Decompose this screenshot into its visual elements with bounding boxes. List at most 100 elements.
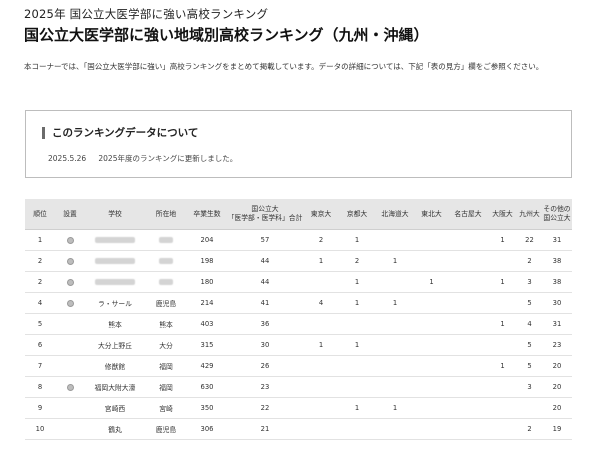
ranking-table-body: 1 204 57 2 1 1 22 31 2 198 44 1 2 1 2 38 2 180 44 1 1 1 3 38 4 ラ・… bbox=[25, 229, 572, 440]
col-tokyo-header[interactable]: 東京大 bbox=[303, 199, 339, 230]
cell-tokyo: 1 bbox=[303, 250, 339, 272]
cell-osaka: 1 bbox=[488, 271, 517, 293]
cell-rank: 9 bbox=[25, 397, 55, 419]
cell-kyushu bbox=[517, 397, 542, 419]
cell-hokkaido bbox=[375, 271, 415, 293]
cell-hokkaido bbox=[375, 313, 415, 335]
redacted-location bbox=[159, 237, 173, 243]
cell-location: 熊本 bbox=[145, 313, 187, 335]
cell-tohoku bbox=[415, 418, 448, 440]
cell-kyoto: 1 bbox=[339, 334, 375, 356]
cell-tohoku bbox=[415, 229, 448, 251]
cell-other: 30 bbox=[542, 292, 572, 314]
cell-nagoya bbox=[448, 271, 488, 293]
cell-other: 38 bbox=[542, 271, 572, 293]
cell-osaka bbox=[488, 418, 517, 440]
cell-graduates: 315 bbox=[187, 334, 227, 356]
cell-kyoto: 1 bbox=[339, 229, 375, 251]
cell-graduates: 214 bbox=[187, 292, 227, 314]
table-row: 9 宮崎西 宮崎 350 22 1 1 20 bbox=[25, 397, 572, 419]
col-tohoku-header[interactable]: 東北大 bbox=[415, 199, 448, 230]
intro-text: 本コーナーでは、「国公立大医学部に強い」高校ランキングをまとめて掲載しています。… bbox=[24, 62, 544, 71]
redacted-location bbox=[159, 279, 173, 285]
col-graduates-header[interactable]: 卒業生数 bbox=[187, 199, 227, 230]
cell-nagoya bbox=[448, 313, 488, 335]
cell-nagoya bbox=[448, 355, 488, 377]
cell-school bbox=[85, 271, 145, 293]
cell-setup bbox=[55, 397, 85, 419]
cell-kyushu: 3 bbox=[517, 271, 542, 293]
private-school-badge-icon bbox=[66, 299, 74, 307]
cell-tohoku bbox=[415, 376, 448, 398]
cell-osaka bbox=[488, 334, 517, 356]
cell-osaka: 1 bbox=[488, 355, 517, 377]
col-location-header[interactable]: 所在地 bbox=[145, 199, 187, 230]
col-total-header[interactable]: 国公立大 「医学部・医学科」合計 bbox=[227, 199, 303, 230]
update-date: 2025.5.26 bbox=[48, 154, 87, 163]
cell-location: 鹿児島 bbox=[145, 418, 187, 440]
private-school-badge-icon bbox=[66, 257, 74, 265]
col-total-header-line2: 「医学部・医学科」合計 bbox=[227, 214, 303, 222]
table-row: 2 198 44 1 2 1 2 38 bbox=[25, 250, 572, 272]
cell-setup bbox=[55, 418, 85, 440]
cell-hokkaido bbox=[375, 355, 415, 377]
cell-tohoku bbox=[415, 334, 448, 356]
cell-rank: 1 bbox=[25, 229, 55, 251]
cell-kyoto: 1 bbox=[339, 292, 375, 314]
cell-school: ラ・サール bbox=[85, 292, 145, 314]
cell-total: 44 bbox=[227, 271, 303, 293]
cell-school: 修猷館 bbox=[85, 355, 145, 377]
cell-nagoya bbox=[448, 334, 488, 356]
cell-rank: 6 bbox=[25, 334, 55, 356]
cell-osaka: 1 bbox=[488, 229, 517, 251]
cell-setup bbox=[55, 334, 85, 356]
col-rank-header[interactable]: 順位 bbox=[25, 199, 55, 230]
table-header-row: 順位 設置 学校 所在地 卒業生数 国公立大 「医学部・医学科」合計 東京大 京… bbox=[25, 199, 572, 230]
col-other-header[interactable]: その他の 国公立大 bbox=[542, 199, 572, 230]
cell-graduates: 204 bbox=[187, 229, 227, 251]
table-row: 7 修猷館 福岡 429 26 1 5 20 bbox=[25, 355, 572, 377]
cell-tokyo bbox=[303, 418, 339, 440]
cell-kyoto bbox=[339, 355, 375, 377]
cell-nagoya bbox=[448, 376, 488, 398]
col-kyoto-header[interactable]: 京都大 bbox=[339, 199, 375, 230]
cell-kyoto bbox=[339, 313, 375, 335]
cell-other: 23 bbox=[542, 334, 572, 356]
cell-total: 22 bbox=[227, 397, 303, 419]
table-row: 8 福岡大附大濠 福岡 630 23 3 20 bbox=[25, 376, 572, 398]
cell-total: 26 bbox=[227, 355, 303, 377]
cell-kyushu: 5 bbox=[517, 355, 542, 377]
cell-nagoya bbox=[448, 229, 488, 251]
cell-osaka bbox=[488, 397, 517, 419]
cell-location: 大分 bbox=[145, 334, 187, 356]
cell-school bbox=[85, 250, 145, 272]
col-setup-header[interactable]: 設置 bbox=[55, 199, 85, 230]
cell-total: 41 bbox=[227, 292, 303, 314]
private-school-badge-icon bbox=[66, 383, 74, 391]
cell-osaka bbox=[488, 376, 517, 398]
cell-setup bbox=[55, 313, 85, 335]
cell-hokkaido: 1 bbox=[375, 397, 415, 419]
col-school-header[interactable]: 学校 bbox=[85, 199, 145, 230]
col-osaka-header[interactable]: 大阪大 bbox=[488, 199, 517, 230]
cell-hokkaido: 1 bbox=[375, 292, 415, 314]
cell-tokyo: 4 bbox=[303, 292, 339, 314]
col-hokkaido-header[interactable]: 北海道大 bbox=[375, 199, 415, 230]
cell-tokyo: 1 bbox=[303, 334, 339, 356]
cell-rank: 5 bbox=[25, 313, 55, 335]
col-nagoya-header[interactable]: 名古屋大 bbox=[448, 199, 488, 230]
cell-kyoto bbox=[339, 418, 375, 440]
ranking-table: 順位 設置 学校 所在地 卒業生数 国公立大 「医学部・医学科」合計 東京大 京… bbox=[25, 199, 572, 440]
page-title: 国公立大医学部に強い地域別高校ランキング（九州・沖縄） bbox=[24, 26, 429, 44]
col-kyushu-header[interactable]: 九州大 bbox=[517, 199, 542, 230]
page-subtitle: 2025年 国公立大医学部に強い高校ランキング bbox=[24, 7, 269, 21]
cell-location bbox=[145, 250, 187, 272]
cell-kyushu: 5 bbox=[517, 334, 542, 356]
info-box-title: このランキングデータについて bbox=[42, 127, 198, 139]
cell-graduates: 198 bbox=[187, 250, 227, 272]
cell-location: 福岡 bbox=[145, 376, 187, 398]
cell-tohoku bbox=[415, 355, 448, 377]
cell-school bbox=[85, 229, 145, 251]
cell-hokkaido bbox=[375, 334, 415, 356]
cell-location: 宮崎 bbox=[145, 397, 187, 419]
